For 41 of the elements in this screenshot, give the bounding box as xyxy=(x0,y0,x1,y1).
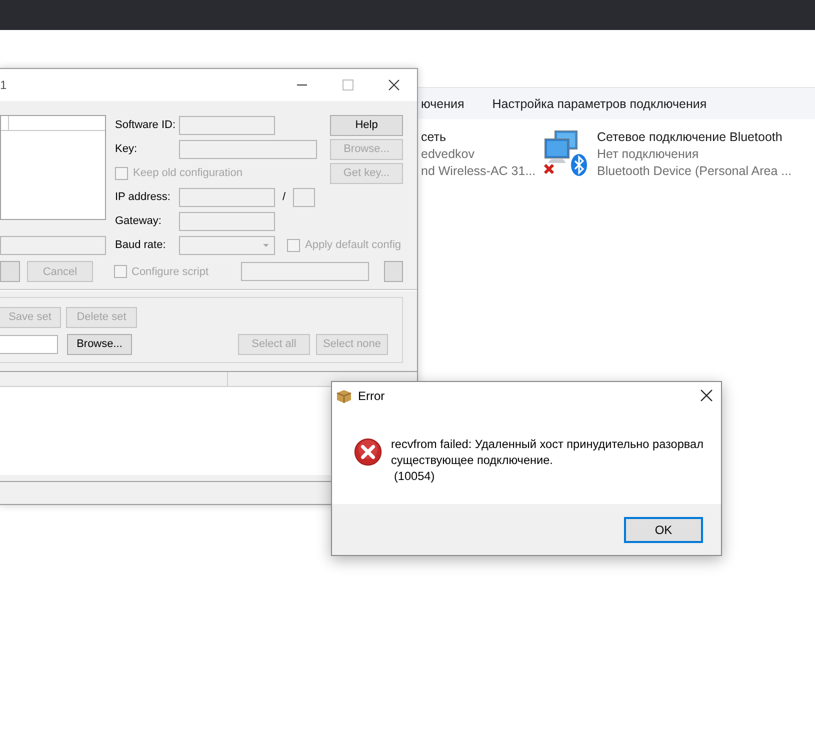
input-field[interactable] xyxy=(0,334,58,354)
browse-button[interactable]: Browse... xyxy=(67,334,132,354)
field-label: Software ID: xyxy=(115,119,177,131)
error-icon xyxy=(354,436,382,468)
toolbar-item[interactable]: ючения xyxy=(421,96,464,110)
input-field[interactable] xyxy=(179,188,275,206)
checkbox-label: Keep old configuration xyxy=(133,167,242,179)
baud-rate-dropdown[interactable] xyxy=(179,236,275,254)
field-label: IP address: xyxy=(115,191,172,203)
field-label: Key: xyxy=(115,143,138,155)
help-button[interactable]: Help xyxy=(330,114,403,136)
connection-device: Bluetooth Device (Personal Area ... xyxy=(597,163,792,180)
connection-status: edvedkov xyxy=(421,146,476,163)
window-title: 1 xyxy=(0,78,8,92)
error-code: (10054) xyxy=(393,468,436,484)
input-field[interactable] xyxy=(240,262,369,281)
input-field[interactable] xyxy=(179,140,317,158)
button[interactable] xyxy=(384,261,404,282)
error-message: recvfrom failed: Удаленный хост принудительно разорвал существующее подключение. xyxy=(391,436,704,468)
toolbar-item[interactable]: Настройка параметров подключения xyxy=(492,96,707,110)
checkbox-label: Configure script xyxy=(132,266,209,278)
ok-button[interactable]: OK xyxy=(624,516,703,542)
connection-device: nd Wireless-AC 31... xyxy=(421,163,536,180)
maximize-icon[interactable] xyxy=(342,79,354,91)
button[interactable] xyxy=(0,261,20,282)
field-label: Gateway: xyxy=(115,215,162,227)
dialog-title: Error xyxy=(358,389,386,403)
input-field[interactable] xyxy=(0,236,106,255)
separator-text: / xyxy=(281,191,287,203)
connection-name[interactable]: сеть xyxy=(421,129,536,146)
input-field[interactable] xyxy=(293,188,315,206)
network-computer-icon xyxy=(541,129,589,177)
field-label: Baud rate: xyxy=(115,239,167,251)
connection-name[interactable]: Сетевое подключение Bluetooth xyxy=(597,129,792,146)
input-field[interactable] xyxy=(179,212,275,230)
list-box[interactable] xyxy=(0,115,106,220)
connection-status: Нет подключения xyxy=(597,146,700,163)
box-icon xyxy=(336,388,352,404)
input-field[interactable] xyxy=(179,116,275,134)
checkbox-label: Apply default config xyxy=(305,239,402,251)
close-icon[interactable] xyxy=(388,79,400,91)
